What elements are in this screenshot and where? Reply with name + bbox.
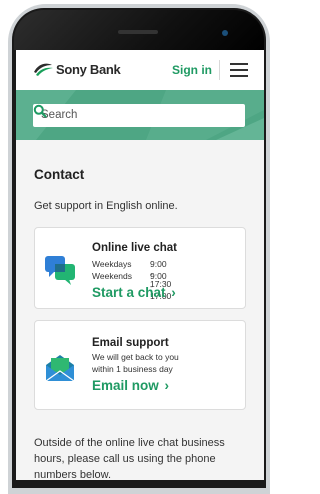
hours-row-weekdays: Weekdays 9:00 - 17:30 <box>92 259 171 289</box>
header-divider <box>219 60 220 80</box>
page-title: Contact <box>34 167 85 182</box>
email-now-link[interactable]: Email now › <box>92 378 169 393</box>
screen: Sony Bank Sign in Search Contact Get sup… <box>16 50 264 480</box>
start-chat-link[interactable]: Start a chat › <box>92 285 176 300</box>
sony-bank-logo-icon[interactable] <box>32 60 54 78</box>
hours-label: Weekdays <box>92 259 132 269</box>
email-support-line2: within 1 business day <box>92 364 173 374</box>
chevron-right-icon: › <box>164 378 170 393</box>
email-support-card[interactable]: Email support We will get back to you wi… <box>34 320 246 410</box>
hours-row-weekends: Weekends 9:00 - 17:00 <box>92 271 171 301</box>
hours-label: Weekends <box>92 271 133 281</box>
after-hours-note: Outside of the online live chat business… <box>34 437 225 480</box>
sign-in-link[interactable]: Sign in <box>172 63 212 77</box>
email-now-label[interactable]: Email now <box>92 378 159 393</box>
email-support-title: Email support <box>92 337 169 349</box>
search-icon[interactable] <box>33 104 47 118</box>
live-chat-card[interactable]: Online live chat Weekdays 9:00 - 17:30 W… <box>34 227 246 309</box>
open-envelope-icon <box>45 355 75 382</box>
live-chat-title: Online live chat <box>92 242 177 254</box>
search-band: Search <box>16 90 264 140</box>
brand-name[interactable]: Sony Bank <box>56 62 121 77</box>
phone-camera <box>222 30 228 36</box>
start-chat-label[interactable]: Start a chat <box>92 285 166 300</box>
page-lead: Get support in English online. <box>34 200 178 212</box>
search-box[interactable]: Search <box>33 104 245 127</box>
hamburger-menu-icon[interactable] <box>230 63 248 77</box>
top-bar: Sony Bank Sign in <box>16 50 264 91</box>
chat-bubbles-icon <box>45 256 75 285</box>
phone-speaker <box>118 30 158 34</box>
chevron-right-icon: › <box>171 285 176 300</box>
email-support-line1: We will get back to you <box>92 352 179 362</box>
